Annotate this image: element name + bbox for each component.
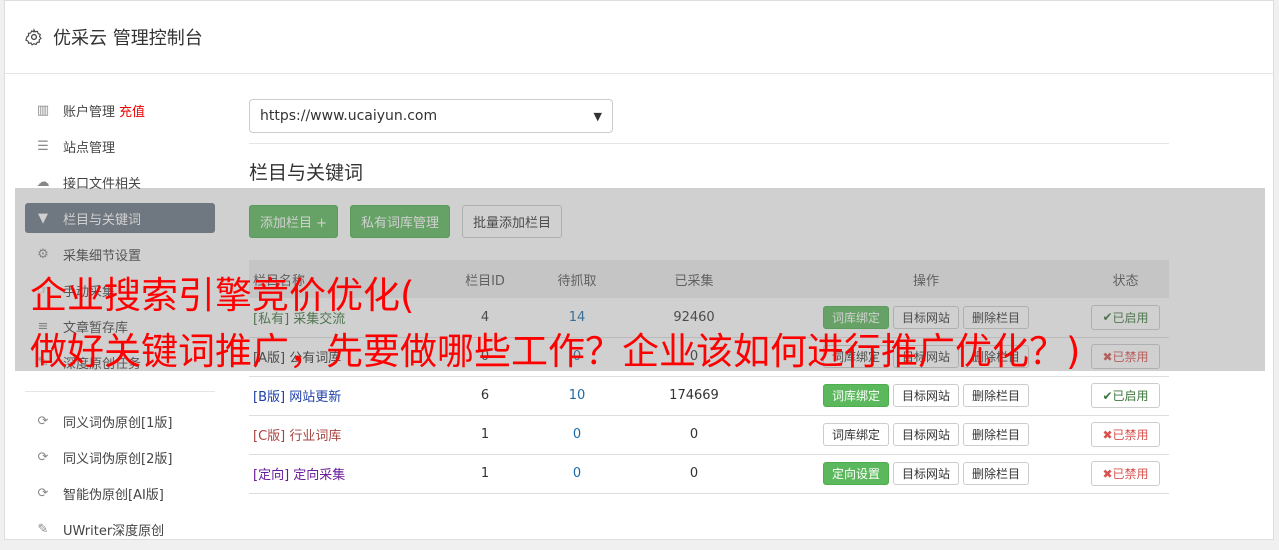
pending-count[interactable]: 0 [536, 415, 618, 454]
refresh-icon: ⟳ [37, 449, 49, 465]
sidebar-item[interactable]: ☰ 站点管理 [25, 131, 215, 161]
sidebar-item[interactable]: ✎ UWriter深度原创 [25, 514, 215, 544]
column-id: 1 [480, 466, 490, 481]
sidebar-divider [25, 391, 215, 392]
gear-icon [25, 28, 42, 46]
recharge-link[interactable]: 充值 [119, 101, 145, 120]
ad-headline-line2: 做好关键词推广，先要做哪些工作？企业该如何进行推广优化？) [30, 330, 1081, 373]
pending-count[interactable]: 0 [536, 454, 618, 493]
sidebar-item-label: 智能伪原创[AI版] [63, 487, 164, 503]
bind-lib-button[interactable]: 词库绑定 [822, 423, 889, 446]
sidebar-item-label: 同义词伪原创[1版] [63, 415, 173, 431]
site-select-value: https://www.ucaiyun.com [260, 108, 438, 124]
sidebar-item-label: 同义词伪原创[2版] [63, 451, 173, 467]
edit-icon: ✎ [37, 521, 49, 537]
status-cell: ✖ 已禁用 [1082, 415, 1169, 454]
column-name: 网站更新 [289, 390, 342, 405]
ad-headline: 企业搜索引擎竞价优化( 做好关键词推广，先要做哪些工作？企业该如何进行推广优化？… [30, 268, 1270, 380]
target-site-button[interactable]: 目标网站 [892, 462, 959, 485]
column-tag: [定向] [253, 468, 290, 483]
column-id: 1 [480, 427, 490, 442]
site-select[interactable]: https://www.ucaiyun.com ▼ [249, 99, 613, 133]
collected-count: 0 [689, 427, 699, 442]
table-row: [C版] 行业词库 1 0 0 词库绑定 目标网站 删除栏目 ✖ 已禁用 [249, 415, 1169, 454]
bind-lib-button[interactable]: 词库绑定 [822, 384, 889, 407]
actions-cell: 词库绑定 目标网站 删除栏目 [770, 376, 1082, 415]
delete-column-button[interactable]: 删除栏目 [963, 423, 1030, 446]
close-icon: ✖ [1102, 466, 1113, 481]
table-row: [定向] 定向采集 1 0 0 定向设置 目标网站 删除栏目 ✖ 已禁用 [249, 454, 1169, 493]
sidebar-item[interactable]: ▥ 账户管理 充值 [25, 95, 215, 125]
delete-column-button[interactable]: 删除栏目 [963, 384, 1030, 407]
actions-cell: 定向设置 目标网站 删除栏目 [770, 454, 1082, 493]
ad-headline-line1: 企业搜索引擎竞价优化( [30, 274, 415, 317]
bind-lib-button[interactable]: 定向设置 [822, 462, 889, 485]
collected-count: 0 [689, 466, 699, 481]
pending-count[interactable]: 10 [536, 376, 618, 415]
status-cell: ✔ 已启用 [1082, 376, 1169, 415]
close-icon: ✖ [1102, 427, 1113, 442]
status-cell: ✖ 已禁用 [1082, 454, 1169, 493]
sidebar-item-label: 账户管理 [63, 104, 116, 120]
column-name-cell[interactable]: [C版] 行业词库 [249, 415, 434, 454]
panel-header: 优采云 管理控制台 [5, 1, 1273, 74]
status-toggle[interactable]: ✖ 已禁用 [1091, 422, 1160, 447]
delete-column-button[interactable]: 删除栏目 [963, 462, 1030, 485]
refresh-icon: ⟳ [37, 485, 49, 501]
column-name-cell[interactable]: [B版] 网站更新 [249, 376, 434, 415]
page-title: 优采云 管理控制台 [53, 28, 203, 49]
collected-count: 174669 [669, 388, 719, 403]
column-id: 6 [480, 388, 490, 403]
column-tag: [C版] [253, 429, 286, 444]
column-name-cell[interactable]: [定向] 定向采集 [249, 454, 434, 493]
actions-cell: 词库绑定 目标网站 删除栏目 [770, 415, 1082, 454]
sidebar-item-label: 站点管理 [63, 140, 116, 156]
column-name: 行业词库 [289, 429, 342, 444]
status-label: 已启用 [1112, 389, 1149, 403]
section-title: 栏目与关键词 [249, 162, 364, 184]
refresh-icon: ⟳ [37, 413, 49, 429]
target-site-button[interactable]: 目标网站 [892, 384, 959, 407]
sidebar-item[interactable]: ⟳ 智能伪原创[AI版] [25, 478, 215, 508]
table-row: [B版] 网站更新 6 10 174669 词库绑定 目标网站 删除栏目 ✔ 已启用 [249, 376, 1169, 415]
chevron-down-icon: ▼ [593, 109, 602, 123]
server-icon: ☰ [37, 138, 49, 154]
status-toggle[interactable]: ✔ 已启用 [1091, 383, 1160, 408]
sidebar-item[interactable]: ⟳ 同义词伪原创[2版] [25, 442, 215, 472]
status-label: 已禁用 [1112, 467, 1149, 481]
bar-chart-icon: ▥ [36, 102, 50, 118]
column-name: 定向采集 [293, 468, 346, 483]
status-toggle[interactable]: ✖ 已禁用 [1091, 461, 1160, 486]
target-site-button[interactable]: 目标网站 [892, 423, 959, 446]
sidebar-item[interactable]: ⟳ 同义词伪原创[1版] [25, 406, 215, 436]
cloud-upload-icon: ☁ [36, 174, 50, 190]
column-tag: [B版] [253, 390, 286, 405]
sidebar-item-label: UWriter深度原创 [63, 523, 165, 539]
divider [249, 143, 1169, 144]
status-label: 已禁用 [1112, 428, 1149, 442]
check-icon: ✔ [1102, 388, 1113, 403]
